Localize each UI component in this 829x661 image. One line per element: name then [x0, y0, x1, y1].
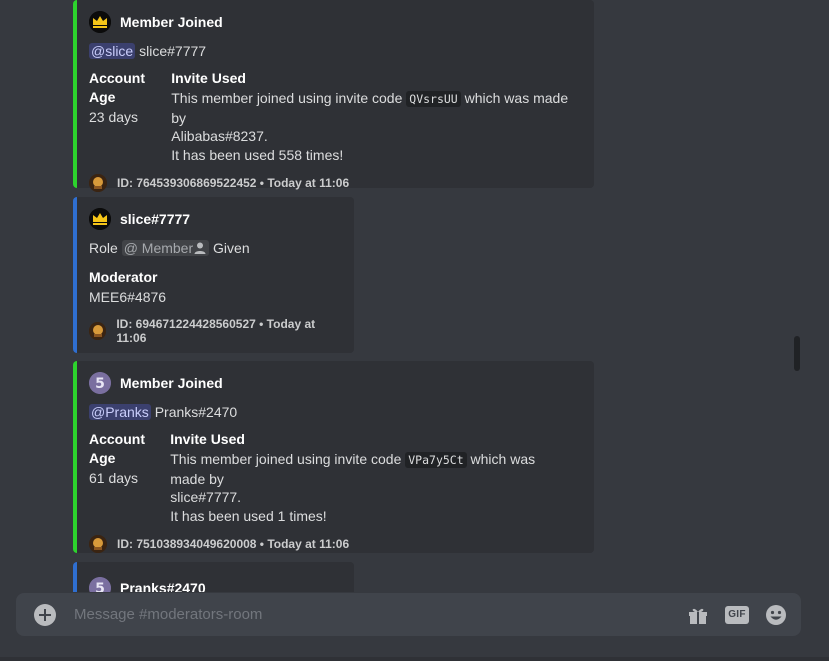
field-name: Moderator — [89, 269, 158, 285]
embed-author: Member Joined — [89, 10, 580, 34]
embed-footer: ID: 751038934049620008 • Today at 11:06 — [89, 535, 580, 553]
member-joined-embed: 5 Member Joined @Pranks Pranks#2470 Acco… — [73, 361, 594, 553]
chat-messages: Member Joined @slice slice#7777 Account … — [0, 0, 815, 592]
svg-text:5: 5 — [95, 581, 105, 592]
invite-code: VPa7y5Ct — [405, 452, 467, 468]
embed-author: 5 Pranks#2470 — [89, 576, 340, 592]
field-value: This member joined using invite code QVs… — [171, 89, 572, 164]
invite-uses: It has been used 1 times! — [170, 507, 327, 524]
emoji-icon[interactable] — [765, 604, 787, 626]
footer-avatar-icon — [89, 174, 107, 192]
field-value: 23 days — [89, 109, 139, 125]
gif-label: GIF — [725, 605, 749, 624]
gift-icon[interactable] — [687, 605, 709, 625]
footer-avatar-icon — [89, 535, 107, 553]
embed-footer: ID: 764539306869522452 • Today at 11:06 — [89, 174, 580, 192]
user-mention[interactable]: @slice — [89, 43, 136, 59]
user-tag: Pranks#2470 — [154, 404, 238, 420]
composer-actions: GIF — [671, 604, 787, 626]
field-name: Account Age — [89, 70, 145, 105]
avatar-icon: 5 — [89, 577, 111, 592]
role-suffix: Given — [209, 240, 250, 256]
add-attachment-button[interactable] — [34, 603, 56, 626]
member-joined-embed: Member Joined @slice slice#7777 Account … — [73, 0, 594, 192]
invite-uses: It has been used 558 times! — [171, 146, 344, 163]
invite-text: This member joined using invite code — [170, 451, 406, 467]
field-value: 61 days — [89, 470, 139, 486]
moderator-field: Moderator MEE6#4876 — [89, 268, 340, 307]
role-prefix: Role — [89, 240, 122, 256]
embed-fields: Account Age 23 days Invite Used This mem… — [89, 69, 580, 164]
embed-author-name: Member Joined — [120, 375, 223, 391]
field-name: Account Age — [89, 431, 145, 466]
invite-maker: Alibabas#8237. — [171, 128, 268, 144]
user-tag: slice#7777 — [139, 43, 207, 59]
bottom-strip — [0, 657, 829, 661]
field-value: MEE6#4876 — [89, 289, 167, 305]
field-name: Invite Used — [170, 431, 245, 447]
account-age-field: Account Age 61 days — [89, 430, 162, 525]
embed-description: @Pranks Pranks#2470 — [89, 403, 580, 422]
embed-footer: ID: 694671224428560527 • Today at 11:06 — [89, 317, 340, 345]
footer-text: ID: 764539306869522452 • Today at 11:06 — [117, 176, 350, 190]
avatar-icon: 5 — [89, 372, 111, 394]
svg-text:5: 5 — [95, 376, 105, 392]
embed-author: 5 Member Joined — [89, 371, 580, 395]
embed-author: slice#7777 — [89, 207, 340, 231]
account-age-field: Account Age 23 days — [89, 69, 163, 164]
message-composer: GIF — [16, 593, 801, 636]
embed-author-name: Member Joined — [120, 14, 223, 30]
embed-author-name: slice#7777 — [120, 211, 191, 227]
embed-fields: Account Age 61 days Invite Used This mem… — [89, 430, 580, 525]
footer-text: ID: 694671224428560527 • Today at 11:06 — [116, 316, 316, 345]
gif-button[interactable]: GIF — [725, 605, 749, 624]
invite-text: This member joined using invite code — [171, 90, 407, 106]
scrollbar-thumb[interactable] — [794, 336, 800, 371]
footer-text: ID: 751038934049620008 • Today at 11:06 — [117, 537, 350, 551]
embed-description: Role @ Member Given — [89, 239, 340, 260]
footer-avatar-icon — [89, 321, 107, 340]
embed-author-name: Pranks#2470 — [120, 580, 206, 592]
field-value: This member joined using invite code VPa… — [170, 450, 572, 525]
field-name: Invite Used — [171, 70, 246, 86]
invite-used-field: Invite Used This member joined using inv… — [170, 430, 572, 525]
user-mention[interactable]: @Pranks — [89, 404, 151, 420]
role-mention[interactable]: @ Member — [121, 240, 210, 256]
invite-maker: slice#7777. — [170, 489, 242, 505]
crown-icon — [89, 11, 111, 33]
chat-scrollbar[interactable] — [793, 0, 801, 585]
crown-icon — [89, 208, 111, 230]
invite-code: QVsrsUU — [406, 91, 461, 107]
message-input[interactable] — [74, 606, 671, 623]
embed-description: @slice slice#7777 — [89, 42, 580, 61]
user-silhouette-icon — [193, 241, 207, 260]
plus-icon — [39, 608, 51, 621]
role-mention-label: @ Member — [123, 240, 194, 256]
role-given-embed: slice#7777 Role @ Member Given Moderator… — [73, 197, 354, 353]
invite-used-field: Invite Used This member joined using inv… — [171, 69, 572, 164]
partial-embed: 5 Pranks#2470 — [73, 562, 354, 592]
